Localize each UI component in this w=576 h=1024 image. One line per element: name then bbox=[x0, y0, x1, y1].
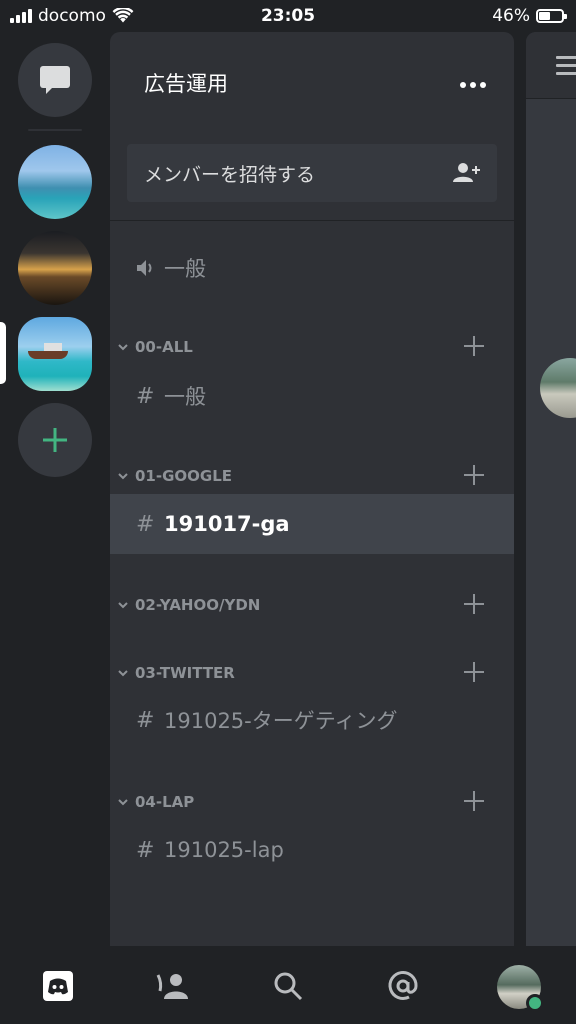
chat-bubble-icon bbox=[40, 66, 70, 94]
category-name: 01-GOOGLE bbox=[135, 467, 233, 485]
divider bbox=[110, 220, 514, 221]
status-bar: docomo 23:05 46% bbox=[0, 0, 576, 32]
add-channel-icon[interactable] bbox=[464, 662, 484, 686]
server-rail bbox=[0, 32, 110, 946]
profile-avatar[interactable] bbox=[496, 964, 544, 1012]
bottom-tab-bar bbox=[0, 946, 576, 1024]
chevron-down-icon bbox=[118, 798, 130, 806]
category-00-all[interactable]: 00-ALL bbox=[110, 332, 514, 362]
chevron-down-icon bbox=[118, 343, 130, 351]
chat-header bbox=[526, 32, 576, 99]
message-avatar bbox=[540, 358, 576, 418]
status-right: 46% bbox=[492, 6, 567, 26]
category-04-lap[interactable]: 04-LAP bbox=[110, 787, 514, 817]
server-sunset[interactable] bbox=[18, 231, 92, 305]
chevron-down-icon bbox=[118, 472, 130, 480]
category-01-google[interactable]: 01-GOOGLE bbox=[110, 461, 514, 491]
category-name: 00-ALL bbox=[135, 338, 193, 356]
add-user-icon bbox=[453, 163, 480, 182]
battery-icon bbox=[536, 9, 567, 23]
plus-icon bbox=[43, 428, 67, 452]
hamburger-icon[interactable] bbox=[556, 56, 576, 80]
online-status-icon bbox=[526, 994, 544, 1012]
speaker-icon bbox=[136, 259, 160, 277]
add-channel-icon[interactable] bbox=[464, 336, 484, 360]
channel-name: 一般 bbox=[164, 385, 206, 409]
channel-name: 一般 bbox=[164, 257, 206, 281]
channel-name: 191017-ga bbox=[164, 512, 290, 536]
channel-name: 191025-ターゲティング bbox=[164, 709, 398, 733]
chevron-down-icon bbox=[118, 601, 130, 609]
clock: 23:05 bbox=[260, 6, 316, 26]
hashtag-icon: # bbox=[136, 383, 155, 409]
server-boat[interactable] bbox=[18, 317, 92, 391]
add-channel-icon[interactable] bbox=[464, 465, 484, 489]
category-name: 03-TWITTER bbox=[135, 664, 235, 682]
invite-members-button[interactable]: メンバーを招待する bbox=[127, 144, 497, 202]
user-avatar bbox=[497, 965, 544, 1012]
text-channel-general[interactable]: # 一般 bbox=[110, 366, 514, 426]
text-channel-191025-targeting[interactable]: # 191025-ターゲティング bbox=[110, 690, 514, 750]
hashtag-icon: # bbox=[136, 707, 155, 733]
mentions-icon[interactable] bbox=[385, 968, 421, 1004]
guild-name[interactable]: 広告運用 bbox=[144, 68, 228, 98]
channel-name: 191025-lap bbox=[164, 838, 284, 862]
add-channel-icon[interactable] bbox=[464, 791, 484, 815]
text-channel-191017-ga[interactable]: # 191017-ga bbox=[110, 494, 514, 554]
server-beach[interactable] bbox=[18, 145, 92, 219]
voice-channel-general[interactable]: 一般 bbox=[110, 238, 514, 298]
invite-label: メンバーを招待する bbox=[144, 163, 316, 186]
text-channel-191025-lap[interactable]: # 191025-lap bbox=[110, 820, 514, 880]
chat-view-peek[interactable] bbox=[526, 32, 576, 946]
more-options-icon[interactable] bbox=[460, 82, 486, 88]
battery-percent: 46% bbox=[492, 6, 530, 26]
category-name: 04-LAP bbox=[135, 793, 195, 811]
direct-messages-button[interactable] bbox=[18, 43, 92, 117]
hashtag-icon: # bbox=[136, 837, 155, 863]
category-03-twitter[interactable]: 03-TWITTER bbox=[110, 658, 514, 688]
search-icon[interactable] bbox=[270, 968, 306, 1004]
channel-panel: 広告運用 メンバーを招待する 一般 00-ALL # 一般 01-GOOGLE … bbox=[110, 32, 514, 946]
selected-server-indicator bbox=[0, 322, 6, 384]
chevron-down-icon bbox=[118, 669, 130, 677]
add-server-button[interactable] bbox=[18, 403, 92, 477]
category-02-yahoo-ydn[interactable]: 02-YAHOO/YDN bbox=[110, 590, 514, 620]
friends-icon[interactable] bbox=[155, 968, 191, 1004]
add-channel-icon[interactable] bbox=[464, 594, 484, 618]
discord-home-icon[interactable] bbox=[40, 968, 76, 1004]
rail-separator bbox=[28, 129, 82, 131]
category-name: 02-YAHOO/YDN bbox=[135, 596, 261, 614]
hashtag-icon: # bbox=[136, 511, 155, 537]
